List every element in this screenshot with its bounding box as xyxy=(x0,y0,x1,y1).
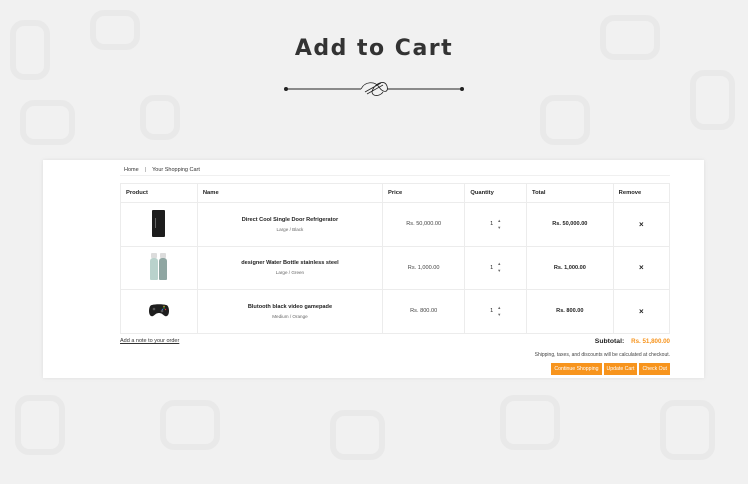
page-title: Add to Cart xyxy=(294,36,454,61)
header-quantity: Quantity xyxy=(464,183,528,203)
refrigerator-image[interactable] xyxy=(152,209,166,237)
quantity-value[interactable]: 1 xyxy=(490,308,493,314)
total-cell: Rs. 50,000.00 xyxy=(526,202,614,247)
quantity-cell: 1 ▲ ▼ xyxy=(464,289,528,334)
quantity-up-icon[interactable]: ▲ xyxy=(497,305,501,310)
remove-icon[interactable]: × xyxy=(639,220,644,229)
add-order-note-link[interactable]: Add a note to your order xyxy=(120,338,179,344)
product-variant: Large / Green xyxy=(275,270,305,276)
quantity-down-icon[interactable]: ▼ xyxy=(497,312,501,317)
name-cell: Blutooth black video gamepade Medium / O… xyxy=(196,289,384,334)
header-name: Name xyxy=(196,183,384,203)
product-name-link[interactable]: Blutooth black video gamepade xyxy=(198,304,382,310)
quantity-cell: 1 ▲ ▼ xyxy=(464,202,528,247)
price-cell: Rs. 50,000.00 xyxy=(382,202,466,247)
line-total: Rs. 1,000.00 xyxy=(553,264,586,271)
price-cell: Rs. 800.00 xyxy=(382,289,466,334)
shipping-note: Shipping, taxes, and discounts will be c… xyxy=(534,352,670,358)
cart-table-header: Product Name Price Quantity Total Remove xyxy=(120,183,671,203)
remove-icon[interactable]: × xyxy=(639,263,644,272)
breadcrumb-current: Your Shopping Cart xyxy=(152,166,200,173)
subtotal-label: Subtotal: xyxy=(594,338,625,345)
remove-cell: × xyxy=(612,289,671,334)
line-total: Rs. 50,000.00 xyxy=(552,221,588,228)
breadcrumb-home-link[interactable]: Home xyxy=(124,167,139,173)
product-name-link[interactable]: Direct Cool Single Door Refrigerator xyxy=(198,217,382,223)
quantity-up-icon[interactable]: ▲ xyxy=(497,262,501,266)
quantity-stepper[interactable]: 1 ▲ ▼ xyxy=(490,305,501,317)
remove-cell: × xyxy=(612,245,671,290)
header-remove: Remove xyxy=(612,183,671,203)
quantity-down-icon[interactable]: ▼ xyxy=(497,269,501,273)
table-row: Direct Cool Single Door Refrigerator Lar… xyxy=(120,202,671,247)
total-cell: Rs. 800.00 xyxy=(526,289,614,334)
product-cell xyxy=(120,245,198,290)
cart-actions: Continue Shopping Update Cart Check Out xyxy=(509,363,670,375)
cart-panel: Home | Your Shopping Cart Product Name P… xyxy=(43,160,704,378)
table-row: designer Water Bottle stainless steel La… xyxy=(120,245,671,290)
header-total: Total xyxy=(526,183,614,203)
name-cell: Direct Cool Single Door Refrigerator Lar… xyxy=(196,202,384,247)
water-bottle-image[interactable] xyxy=(149,252,169,280)
name-cell: designer Water Bottle stainless steel La… xyxy=(196,245,384,290)
product-variant: Medium / Orange xyxy=(272,313,308,319)
update-cart-button[interactable]: Update Cart xyxy=(603,363,638,375)
quantity-down-icon[interactable]: ▼ xyxy=(497,225,501,230)
breadcrumb-separator: | xyxy=(144,166,147,173)
product-cell xyxy=(120,202,198,247)
remove-cell: × xyxy=(612,202,671,247)
quantity-value[interactable]: 1 xyxy=(490,221,493,227)
line-total: Rs. 800.00 xyxy=(556,308,584,315)
header-price: Price xyxy=(382,183,466,203)
breadcrumb: Home | Your Shopping Cart xyxy=(120,164,670,176)
title-divider-ornament xyxy=(283,78,465,100)
price-cell: Rs. 1,000.00 xyxy=(382,245,466,290)
quantity-stepper[interactable]: 1 ▲ ▼ xyxy=(490,262,501,273)
subtotal: Subtotal: Rs. 51,800.00 xyxy=(543,338,670,345)
quantity-value[interactable]: 1 xyxy=(490,265,493,271)
product-name-link[interactable]: designer Water Bottle stainless steel xyxy=(198,260,382,266)
continue-shopping-button[interactable]: Continue Shopping xyxy=(551,363,602,375)
unit-price: Rs. 50,000.00 xyxy=(406,221,442,228)
unit-price: Rs. 800.00 xyxy=(410,308,438,315)
table-row: Blutooth black video gamepade Medium / O… xyxy=(120,289,671,334)
product-variant: Large / Black xyxy=(276,226,304,232)
checkout-button[interactable]: Check Out xyxy=(639,363,670,375)
subtotal-value: Rs. 51,800.00 xyxy=(631,338,670,345)
quantity-cell: 1 ▲ ▼ xyxy=(464,245,528,290)
cart-table: Product Name Price Quantity Total Remove… xyxy=(120,183,671,334)
product-cell xyxy=(120,289,198,334)
total-cell: Rs. 1,000.00 xyxy=(526,245,614,290)
quantity-up-icon[interactable]: ▲ xyxy=(497,218,501,223)
remove-icon[interactable]: × xyxy=(639,307,644,316)
quantity-stepper[interactable]: 1 ▲ ▼ xyxy=(490,218,501,230)
unit-price: Rs. 1,000.00 xyxy=(407,264,440,271)
gamepad-image[interactable] xyxy=(148,302,170,318)
header-product: Product xyxy=(120,183,198,203)
